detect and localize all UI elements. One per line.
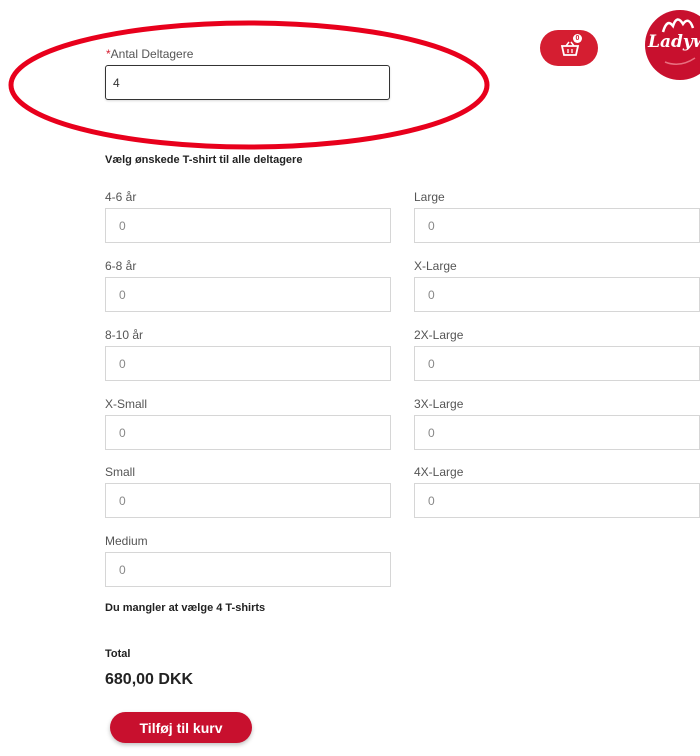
size-input[interactable] — [414, 483, 700, 518]
basket-icon — [560, 41, 580, 56]
size-label: 2X-Large — [414, 328, 464, 342]
total-label: Total — [105, 648, 131, 660]
size-label: Large — [414, 190, 445, 204]
cart-button[interactable]: 0 — [540, 30, 598, 66]
size-label: 8-10 år — [105, 328, 144, 342]
size-input[interactable] — [105, 483, 391, 518]
participants-label: *Antal Deltagere — [106, 47, 193, 61]
size-input[interactable] — [105, 208, 391, 243]
size-input[interactable] — [414, 346, 700, 381]
tshirt-section-heading: Vælg ønskede T-shirt til alle deltagere — [105, 154, 303, 166]
size-label: Small — [105, 465, 136, 479]
size-label: Medium — [105, 534, 148, 548]
missing-tshirts-message: Du mangler at vælge 4 T-shirts — [105, 602, 266, 614]
size-input[interactable] — [414, 208, 700, 243]
size-label: 4X-Large — [414, 465, 464, 479]
participants-label-text: Antal Deltagere — [110, 47, 194, 61]
size-input[interactable] — [414, 277, 700, 312]
size-input[interactable] — [105, 552, 391, 587]
logo-text: Ladywal — [648, 32, 700, 52]
size-input[interactable] — [105, 346, 391, 381]
size-label: 6-8 år — [105, 259, 137, 273]
size-label: 3X-Large — [414, 397, 464, 411]
size-input[interactable] — [105, 277, 391, 312]
size-input[interactable] — [105, 415, 391, 450]
size-label: X-Large — [414, 259, 457, 273]
add-to-cart-button[interactable]: Tilføj til kurv — [110, 712, 252, 743]
brand-logo[interactable]: Ladywal — [645, 10, 700, 80]
cart-count-badge: 0 — [573, 34, 582, 43]
size-input[interactable] — [414, 415, 700, 450]
participants-input[interactable] — [105, 65, 390, 100]
total-amount: 680,00 DKK — [105, 671, 194, 688]
size-label: 4-6 år — [105, 190, 137, 204]
size-label: X-Small — [105, 397, 148, 411]
